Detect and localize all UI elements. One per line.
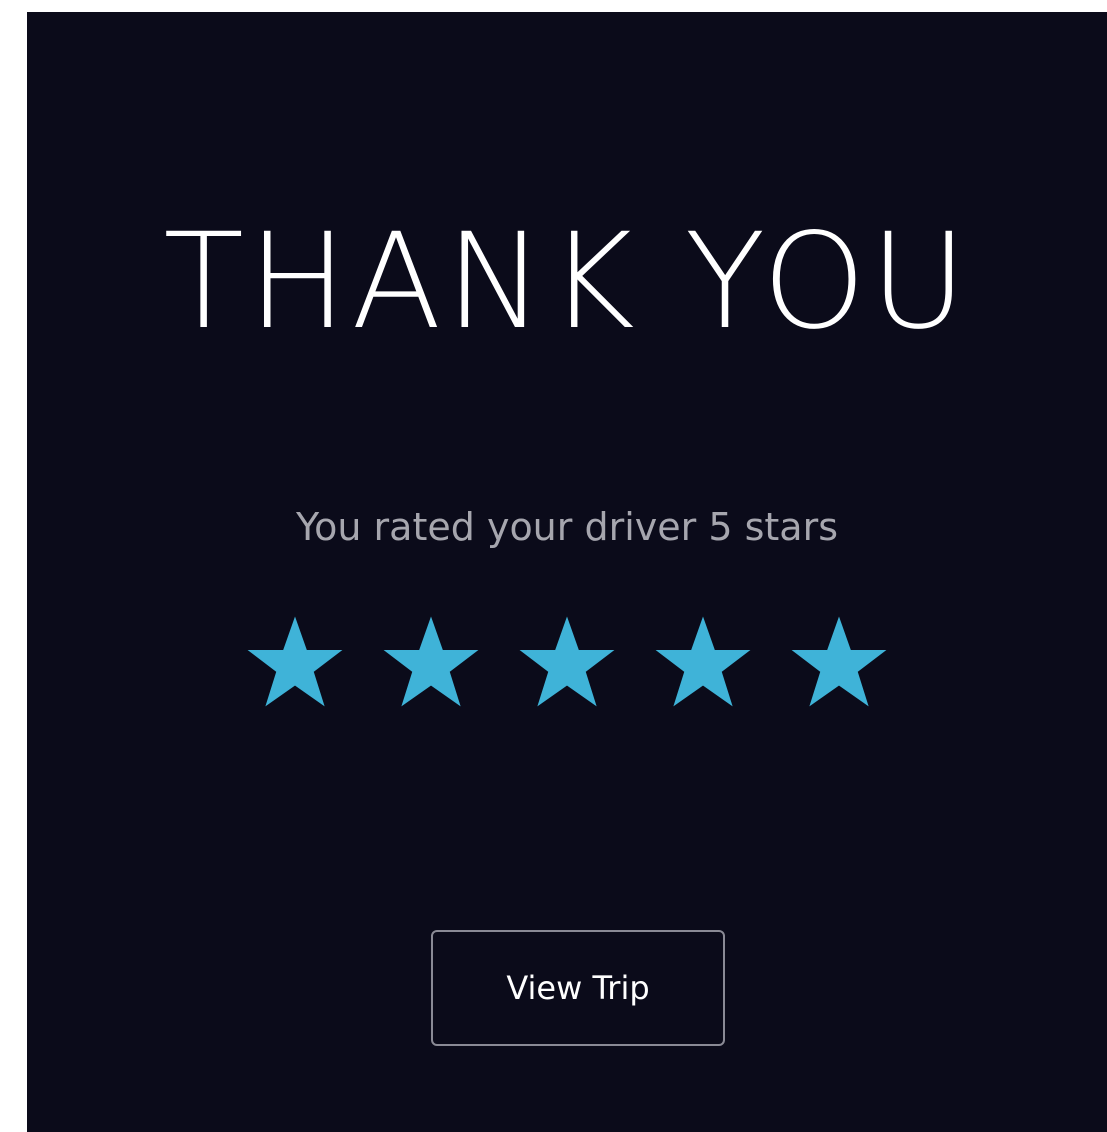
star-rating[interactable] [27,616,1107,708]
star-icon[interactable] [247,616,343,708]
view-trip-button[interactable]: View Trip [431,930,725,1046]
page-title: THANK YOU [163,205,971,359]
star-icon[interactable] [519,616,615,708]
rating-confirmation-panel: THANK YOU You rated your driver 5 stars … [27,12,1107,1132]
star-icon[interactable] [791,616,887,708]
star-icon[interactable] [655,616,751,708]
rating-summary-text: You rated your driver 5 stars [295,505,839,549]
star-icon[interactable] [383,616,479,708]
